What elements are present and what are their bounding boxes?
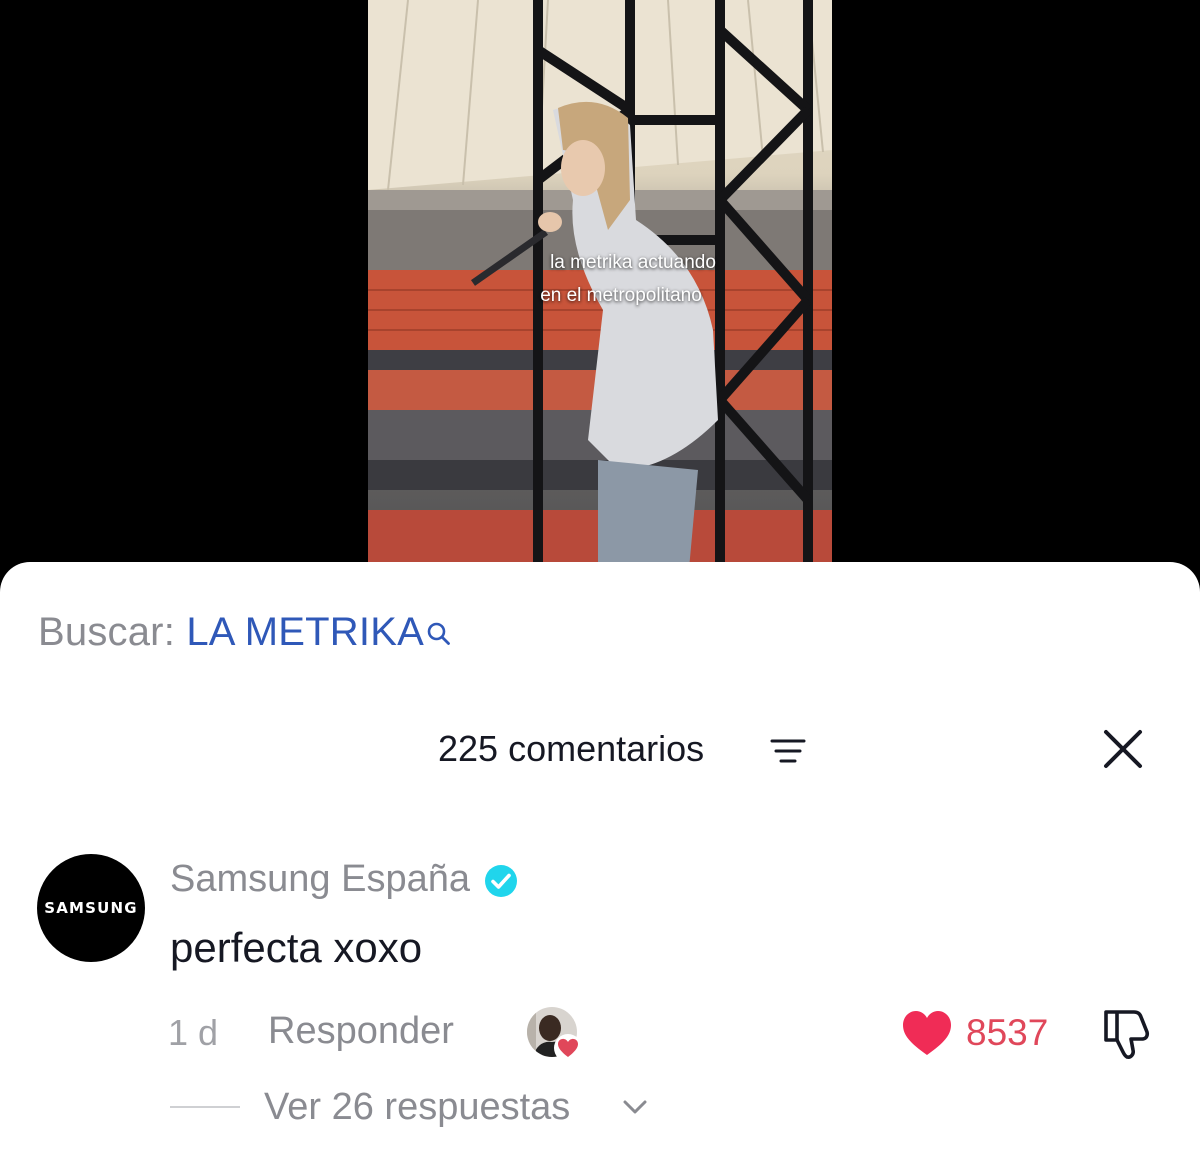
avatar[interactable]: SAMSUNG — [37, 854, 145, 962]
sort-lines-icon[interactable] — [770, 738, 806, 771]
replies-divider — [170, 1106, 240, 1108]
search-term[interactable]: LA METRIKA — [186, 610, 424, 654]
like-heart-icon[interactable] — [900, 1008, 954, 1063]
search-icon — [426, 612, 452, 657]
caption-line: la metrika actuando — [550, 252, 716, 273]
comments-count-title: 225 comentarios — [438, 728, 705, 769]
comment-time: 1 d — [168, 1012, 219, 1053]
caption-line: en el metropolitano — [540, 285, 702, 306]
creator-liked-avatar — [526, 1006, 584, 1064]
video-frame[interactable]: la metrika actuando en el metropolitano — [368, 0, 832, 580]
search-suggestion[interactable]: Buscar: LA METRIKA — [38, 610, 452, 657]
dislike-icon[interactable] — [1100, 1006, 1154, 1067]
search-prefix: Buscar: — [38, 610, 176, 654]
verified-badge-icon — [484, 864, 518, 903]
heart-mini-icon — [554, 1034, 582, 1062]
view-replies-button[interactable]: Ver 26 respuestas — [264, 1086, 570, 1129]
comment-actions: 1 d Responder 8537 — [0, 1006, 1200, 1066]
username[interactable]: Samsung España — [170, 858, 470, 900]
comments-sheet: Buscar: LA METRIKA 225 comentarios SAMSU… — [0, 562, 1200, 1176]
comment-text: perfecta xoxo — [170, 924, 423, 971]
comments-header: 225 comentarios — [0, 728, 1200, 772]
like-count: 8537 — [966, 1012, 1049, 1053]
comment-author[interactable]: Samsung España — [170, 858, 518, 902]
chevron-down-icon[interactable] — [622, 1098, 648, 1121]
close-icon[interactable] — [1100, 726, 1146, 772]
view-replies-row[interactable]: Ver 26 respuestas — [0, 1086, 1200, 1134]
video-player[interactable]: la metrika actuando en el metropolitano — [0, 0, 1200, 580]
avatar-logo-text: SAMSUNG — [44, 899, 138, 917]
video-caption: la metrika actuando en el metropolitano — [368, 246, 832, 312]
reply-button[interactable]: Responder — [268, 1010, 454, 1053]
